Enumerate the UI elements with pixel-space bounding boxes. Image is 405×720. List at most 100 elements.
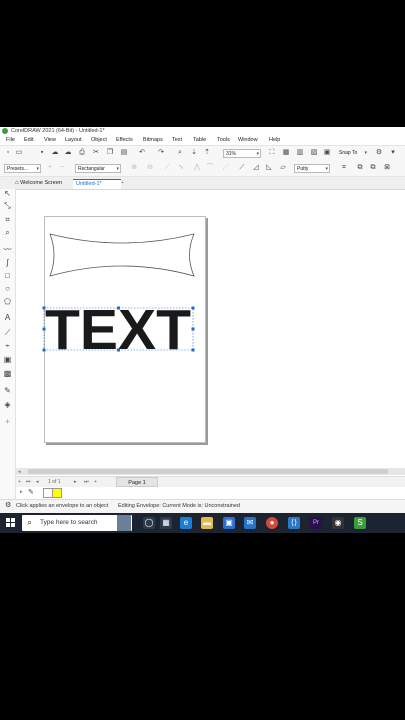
symmetric-node-icon[interactable]: ⋰ — [222, 164, 230, 172]
open-icon[interactable]: ▭ — [15, 149, 23, 157]
first-page-icon[interactable]: ⏮ — [26, 479, 31, 485]
envelope-tool-icon[interactable]: ▣ — [3, 355, 12, 364]
menu-effects[interactable]: Effects — [116, 137, 133, 143]
menu-text[interactable]: Text — [172, 137, 182, 143]
tab-untitled-1[interactable]: Untitled-1* — [73, 179, 121, 189]
undo-icon[interactable]: ↶ — [138, 149, 146, 157]
pick-tool-icon[interactable]: ↖ — [3, 189, 12, 198]
transparency-tool-icon[interactable]: ▩ — [3, 369, 12, 378]
task-view-icon[interactable]: ▦ — [160, 517, 172, 529]
layout-icon[interactable]: ▣ — [323, 149, 331, 157]
add-preset-icon[interactable]: + — [46, 164, 54, 172]
save-icon[interactable]: ▪ — [38, 149, 46, 157]
cusp-node-icon[interactable]: ⋀ — [193, 164, 201, 172]
cloud-upload-icon[interactable]: ☁ — [51, 149, 59, 157]
page-1-tab[interactable]: Page 1 — [116, 477, 158, 487]
full-screen-icon[interactable]: ⛶ — [268, 149, 276, 157]
yellow-swatch[interactable] — [52, 488, 62, 498]
copy-envelope-icon[interactable]: ⧉ — [356, 164, 364, 172]
to-line-icon[interactable]: ⟋ — [163, 164, 171, 172]
cortana-icon[interactable]: ◯ — [143, 517, 155, 529]
chrome-icon[interactable]: ● — [266, 517, 278, 529]
launch-icon[interactable]: ▾ — [389, 149, 397, 157]
add-tool-icon[interactable]: + — [3, 417, 12, 426]
add-tab-button[interactable]: + — [118, 179, 127, 188]
ellipse-tool-icon[interactable]: ○ — [3, 284, 12, 293]
menu-table[interactable]: Table — [193, 137, 206, 143]
taskbar-search-box[interactable]: ⌕ Type here to search — [22, 515, 132, 531]
export-icon[interactable]: ⇡ — [203, 149, 211, 157]
presets-dropdown[interactable]: Presets... ▾ — [4, 164, 41, 173]
selection-mode-dropdown[interactable]: Rectangular ▾ — [75, 164, 121, 173]
gear-icon[interactable]: ⚙ — [375, 149, 383, 157]
parallel-dimension-icon[interactable]: ⟋ — [3, 328, 12, 337]
next-page-icon[interactable]: ▸ — [74, 479, 77, 485]
tab-welcome-screen[interactable]: ⌂ Welcome Screen — [12, 179, 65, 188]
text-tool-icon[interactable]: A — [3, 313, 12, 322]
zoom-tool-icon[interactable]: ⌕ — [3, 228, 12, 237]
snap-to-dropdown[interactable]: Snap To ▾ — [337, 149, 368, 158]
menu-object[interactable]: Object — [91, 137, 107, 143]
app-icon[interactable]: ◉ — [332, 517, 344, 529]
clear-envelope-icon[interactable]: ⊠ — [383, 164, 391, 172]
unconstrained-mode-icon[interactable]: ▱ — [279, 164, 287, 172]
file-explorer-icon[interactable]: ▬ — [201, 517, 213, 529]
create-envelope-icon[interactable]: ⧉ — [369, 164, 377, 172]
freehand-tool-icon[interactable]: 〰 — [3, 245, 12, 254]
smooth-node-icon[interactable]: ⌒ — [206, 164, 214, 172]
cut-icon[interactable]: ✂ — [92, 149, 100, 157]
artistic-text[interactable]: TEXT — [45, 298, 191, 362]
interactive-fill-icon[interactable]: ◈ — [3, 400, 12, 409]
crop-tool-icon[interactable]: ⌗ — [3, 215, 12, 224]
menu-file[interactable]: File — [6, 137, 15, 143]
last-page-icon[interactable]: ⏭ — [84, 479, 89, 485]
windows-start-icon[interactable] — [6, 518, 16, 528]
shape-tool-icon[interactable]: ⤡ — [3, 201, 12, 210]
search-content-icon[interactable]: ⌕ — [176, 149, 184, 157]
vscode-icon[interactable]: ⟨⟩ — [288, 517, 300, 529]
gear-icon[interactable]: ⚙ — [5, 501, 11, 509]
store-icon[interactable]: ▣ — [223, 517, 235, 529]
print-icon[interactable]: ⎙ — [78, 149, 86, 157]
envelope-shape[interactable] — [49, 233, 195, 277]
horizontal-scrollbar[interactable]: ◂ — [16, 468, 405, 475]
envelope-mapping-dropdown[interactable]: Putty ▾ — [294, 164, 330, 173]
drawing-canvas[interactable]: TEXT — [16, 190, 405, 470]
palette-arrow-icon[interactable]: ▸ — [20, 489, 23, 495]
import-icon[interactable]: ⇣ — [190, 149, 198, 157]
rectangle-tool-icon[interactable]: □ — [3, 271, 12, 280]
add-page-icon[interactable]: + — [18, 479, 21, 485]
menu-help[interactable]: Help — [269, 137, 280, 143]
new-document-icon[interactable]: ▫ — [4, 149, 12, 157]
eyedropper-icon[interactable]: ✎ — [28, 488, 34, 496]
connector-tool-icon[interactable]: ⌁ — [3, 341, 12, 350]
to-curve-icon[interactable]: ∿ — [177, 164, 185, 172]
polygon-tool-icon[interactable]: ⬠ — [3, 297, 12, 306]
delete-node-icon[interactable]: ⊖ — [146, 164, 154, 172]
mail-icon[interactable]: ✉ — [244, 517, 256, 529]
paste-icon[interactable]: ▤ — [120, 149, 128, 157]
double-arc-mode-icon[interactable]: ◺ — [265, 164, 273, 172]
menu-view[interactable]: View — [44, 137, 56, 143]
artistic-media-icon[interactable]: ∫ — [3, 258, 12, 267]
menu-bitmaps[interactable]: Bitmaps — [143, 137, 163, 143]
edge-icon[interactable]: e — [180, 517, 192, 529]
add-page-end-icon[interactable]: + — [94, 479, 97, 485]
eyedropper-tool-icon[interactable]: ✎ — [3, 386, 12, 395]
previous-page-icon[interactable]: ◂ — [36, 479, 39, 485]
remove-preset-icon[interactable]: − — [58, 164, 66, 172]
menu-layout[interactable]: Layout — [65, 137, 82, 143]
guidelines-icon[interactable]: ▧ — [310, 149, 318, 157]
add-node-icon[interactable]: ⊕ — [130, 164, 138, 172]
scroll-thumb[interactable] — [28, 469, 388, 474]
rulers-icon[interactable]: ▦ — [282, 149, 290, 157]
single-arc-mode-icon[interactable]: ◿ — [252, 164, 260, 172]
straight-line-mode-icon[interactable]: ⟋ — [238, 164, 246, 172]
menu-edit[interactable]: Edit — [24, 137, 33, 143]
menu-tools[interactable]: Tools — [217, 137, 230, 143]
zoom-level-dropdown[interactable]: 31% ▾ — [223, 149, 261, 158]
redo-icon[interactable]: ↷ — [157, 149, 165, 157]
cloud-download-icon[interactable]: ☁ — [64, 149, 72, 157]
menu-window[interactable]: Window — [238, 137, 258, 143]
premiere-pro-icon[interactable]: Pr — [310, 517, 322, 529]
